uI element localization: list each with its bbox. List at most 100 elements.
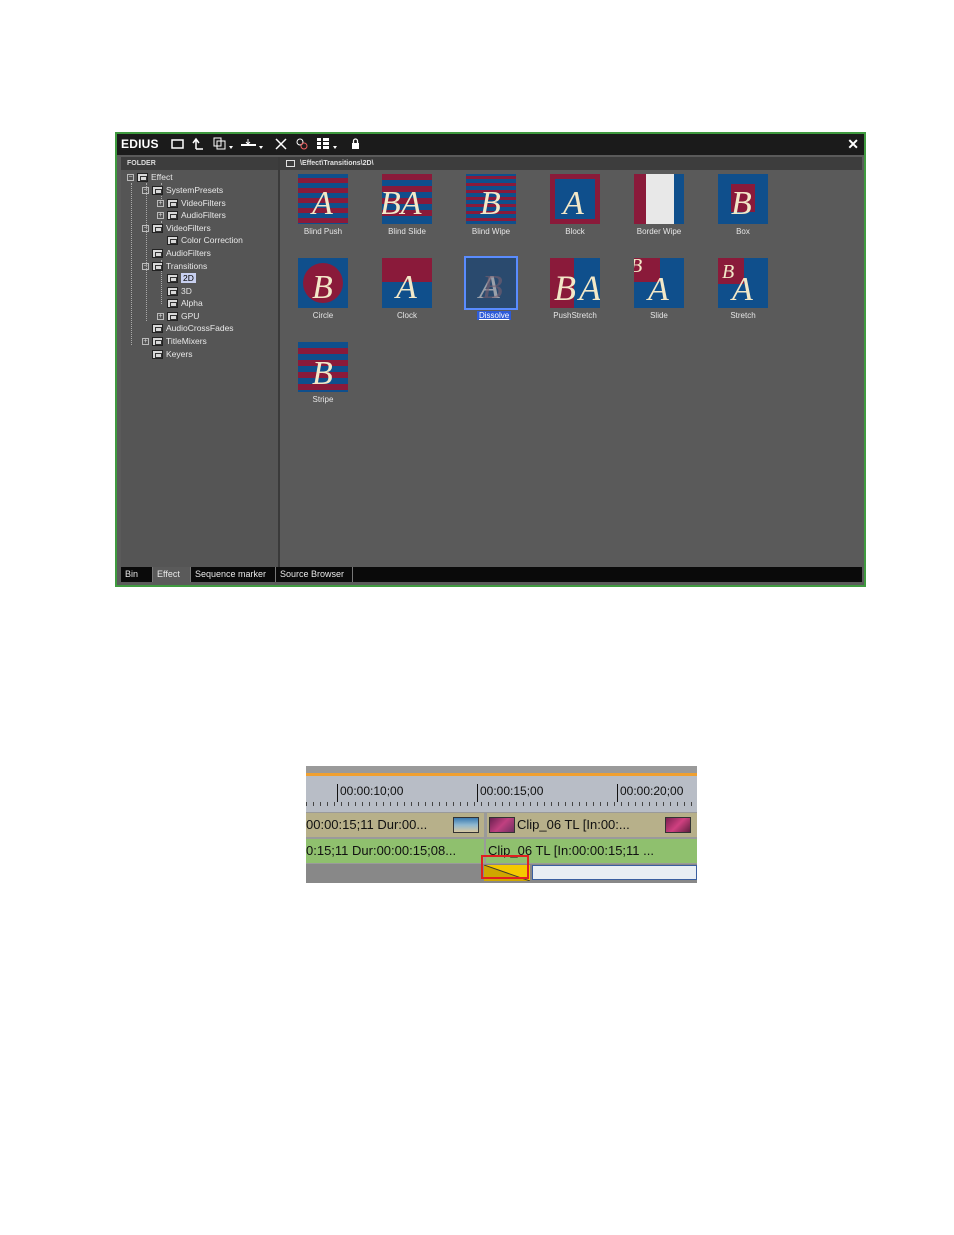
- effect-stretch[interactable]: BA Stretch: [704, 258, 788, 342]
- view-icon[interactable]: [316, 137, 344, 151]
- svg-text:A: A: [730, 271, 753, 308]
- new-folder-icon[interactable]: [171, 137, 185, 151]
- effect-label: Block: [565, 227, 585, 236]
- effect-pushstretch[interactable]: BA PushStretch: [536, 258, 620, 342]
- timecode-1: 00:00:10;00: [340, 784, 404, 798]
- svg-text:B: B: [482, 269, 503, 306]
- tab-sequence-marker[interactable]: Sequence marker: [191, 567, 275, 582]
- dissolve-thumbnail: AB: [464, 256, 518, 310]
- tab-source-browser[interactable]: Source Browser: [276, 567, 352, 582]
- stripe-thumbnail: B: [298, 342, 348, 392]
- tree-item-gpu[interactable]: + GPU: [157, 310, 199, 322]
- tree-item-audiofilters[interactable]: AudioFilters: [152, 247, 211, 259]
- svg-text:B: B: [731, 185, 752, 222]
- transition-highlight-box: [481, 855, 529, 879]
- effect-box[interactable]: B Box: [704, 174, 788, 258]
- tree-item-titlemixers[interactable]: + TitleMixers: [142, 335, 207, 347]
- tree-item-transitions[interactable]: − Transitions: [142, 260, 207, 272]
- delete-icon[interactable]: [274, 137, 288, 151]
- effect-label: Blind Wipe: [471, 227, 511, 236]
- blind-slide-thumbnail: BA: [382, 174, 432, 224]
- tree-item-color-correction[interactable]: Color Correction: [167, 234, 243, 246]
- tree-item-effect[interactable]: − Effect: [127, 171, 173, 183]
- clip-audio-left[interactable]: 0:15;11 Dur:00:00:15;08...: [306, 839, 484, 863]
- folder-icon: [152, 262, 163, 272]
- slide-thumbnail: BA: [634, 258, 684, 308]
- tree-item-3d[interactable]: 3D: [167, 285, 192, 297]
- folder-header: FOLDER: [121, 157, 278, 170]
- folder-pane: FOLDER − Effect − SystemPresets + VideoFilt…: [121, 157, 280, 567]
- pushstretch-thumbnail: BA: [550, 258, 600, 308]
- tree-item-keyers[interactable]: Keyers: [152, 348, 192, 360]
- clip-thumbnail: [453, 817, 479, 833]
- clip-text: Clip_06 TL [In:00:...: [517, 817, 630, 832]
- copy-icon[interactable]: [211, 137, 237, 151]
- svg-text:A: A: [310, 185, 333, 222]
- effect-label: Dissolve: [477, 311, 512, 320]
- tree-item-alpha[interactable]: Alpha: [167, 297, 203, 309]
- effect-circle[interactable]: B Circle: [284, 258, 368, 342]
- blind-push-thumbnail: A: [298, 174, 348, 224]
- effect-block[interactable]: A Block: [536, 174, 620, 258]
- effect-label: Blind Push: [303, 227, 343, 236]
- folder-icon: [152, 224, 163, 234]
- effect-slide[interactable]: BA Slide: [620, 258, 704, 342]
- effect-blind-wipe[interactable]: B Blind Wipe: [452, 174, 536, 258]
- clip-text: 0:15;11 Dur:00:00:15;08...: [306, 843, 457, 858]
- svg-text:A: A: [394, 269, 417, 306]
- svg-text:B: B: [312, 355, 333, 392]
- tree-item-2d[interactable]: 2D: [167, 272, 196, 284]
- path-bar: \Effect\Transitions\2D\: [280, 157, 862, 170]
- effect-label: Clock: [396, 311, 417, 320]
- svg-text:A: A: [561, 185, 584, 222]
- tab-effect[interactable]: Effect: [153, 567, 190, 582]
- tree-item-systempresets[interactable]: − SystemPresets: [142, 184, 223, 196]
- path-text: \Effect\Transitions\2D\: [300, 160, 374, 167]
- svg-text:BA: BA: [382, 185, 422, 222]
- folder-icon: [152, 350, 163, 360]
- folder-icon: [167, 299, 178, 309]
- up-folder-icon[interactable]: [192, 137, 206, 151]
- svg-text:A: A: [577, 268, 600, 308]
- clip-thumbnail: [665, 817, 691, 833]
- app-title: EDIUS: [121, 137, 159, 151]
- effect-border-wipe[interactable]: Border Wipe: [620, 174, 704, 258]
- tree-item-audiocrossfades[interactable]: AudioCrossFades: [152, 322, 234, 334]
- timeline-ruler[interactable]: 00:00:10;00 00:00:15;00 00:00:20;00: [306, 776, 697, 812]
- close-icon[interactable]: ✕: [847, 136, 859, 152]
- title-bar: EDIUS ✕: [117, 134, 864, 155]
- clip-video-right[interactable]: Clip_06 TL [In:00:...: [487, 813, 697, 837]
- properties-icon[interactable]: [295, 137, 309, 151]
- folder-icon: [152, 337, 163, 347]
- lock-icon[interactable]: [350, 137, 362, 151]
- effect-blind-push[interactable]: A Blind Push: [284, 174, 368, 258]
- effect-blind-slide[interactable]: BA Blind Slide: [368, 174, 452, 258]
- timecode-2: 00:00:15;00: [480, 784, 544, 798]
- panel-tab-bar: Bin Effect Sequence marker Source Browse…: [121, 567, 862, 582]
- folder-icon: [167, 312, 178, 322]
- edius-effect-panel: EDIUS ✕ FOLDER − Effect − SystemPresets …: [115, 132, 866, 587]
- svg-text:A: A: [646, 271, 669, 308]
- svg-text:B: B: [554, 268, 576, 308]
- timecode-3: 00:00:20;00: [620, 784, 684, 798]
- tree-item-system-audiofilters[interactable]: + AudioFilters: [157, 209, 226, 221]
- folder-icon: [167, 274, 178, 284]
- tree-item-system-videofilters[interactable]: + VideoFilters: [157, 197, 226, 209]
- effect-stripe[interactable]: B Stripe: [284, 342, 368, 426]
- effect-label: Stripe: [312, 395, 334, 404]
- drop-icon[interactable]: [240, 137, 266, 151]
- effect-label: PushStretch: [553, 311, 597, 320]
- folder-icon: [167, 211, 178, 221]
- folder-icon: [152, 249, 163, 259]
- effect-dissolve[interactable]: AB Dissolve: [452, 256, 536, 342]
- box-thumbnail: B: [718, 174, 768, 224]
- effect-list-pane: \Effect\Transitions\2D\ A Blind Push BA …: [280, 157, 862, 567]
- effect-label: Slide: [650, 311, 668, 320]
- clip-text: 00:00:15;11 Dur:00...: [306, 817, 428, 832]
- tab-bin[interactable]: Bin: [121, 567, 152, 582]
- timeline-snippet: 00:00:10;00 00:00:15;00 00:00:20;00 00:0…: [306, 766, 697, 883]
- effect-label: Stretch: [730, 311, 756, 320]
- effect-clock[interactable]: A Clock: [368, 258, 452, 342]
- tree-item-videofilters[interactable]: − VideoFilters: [142, 222, 211, 234]
- clip-video-left[interactable]: 00:00:15;11 Dur:00...: [306, 813, 484, 837]
